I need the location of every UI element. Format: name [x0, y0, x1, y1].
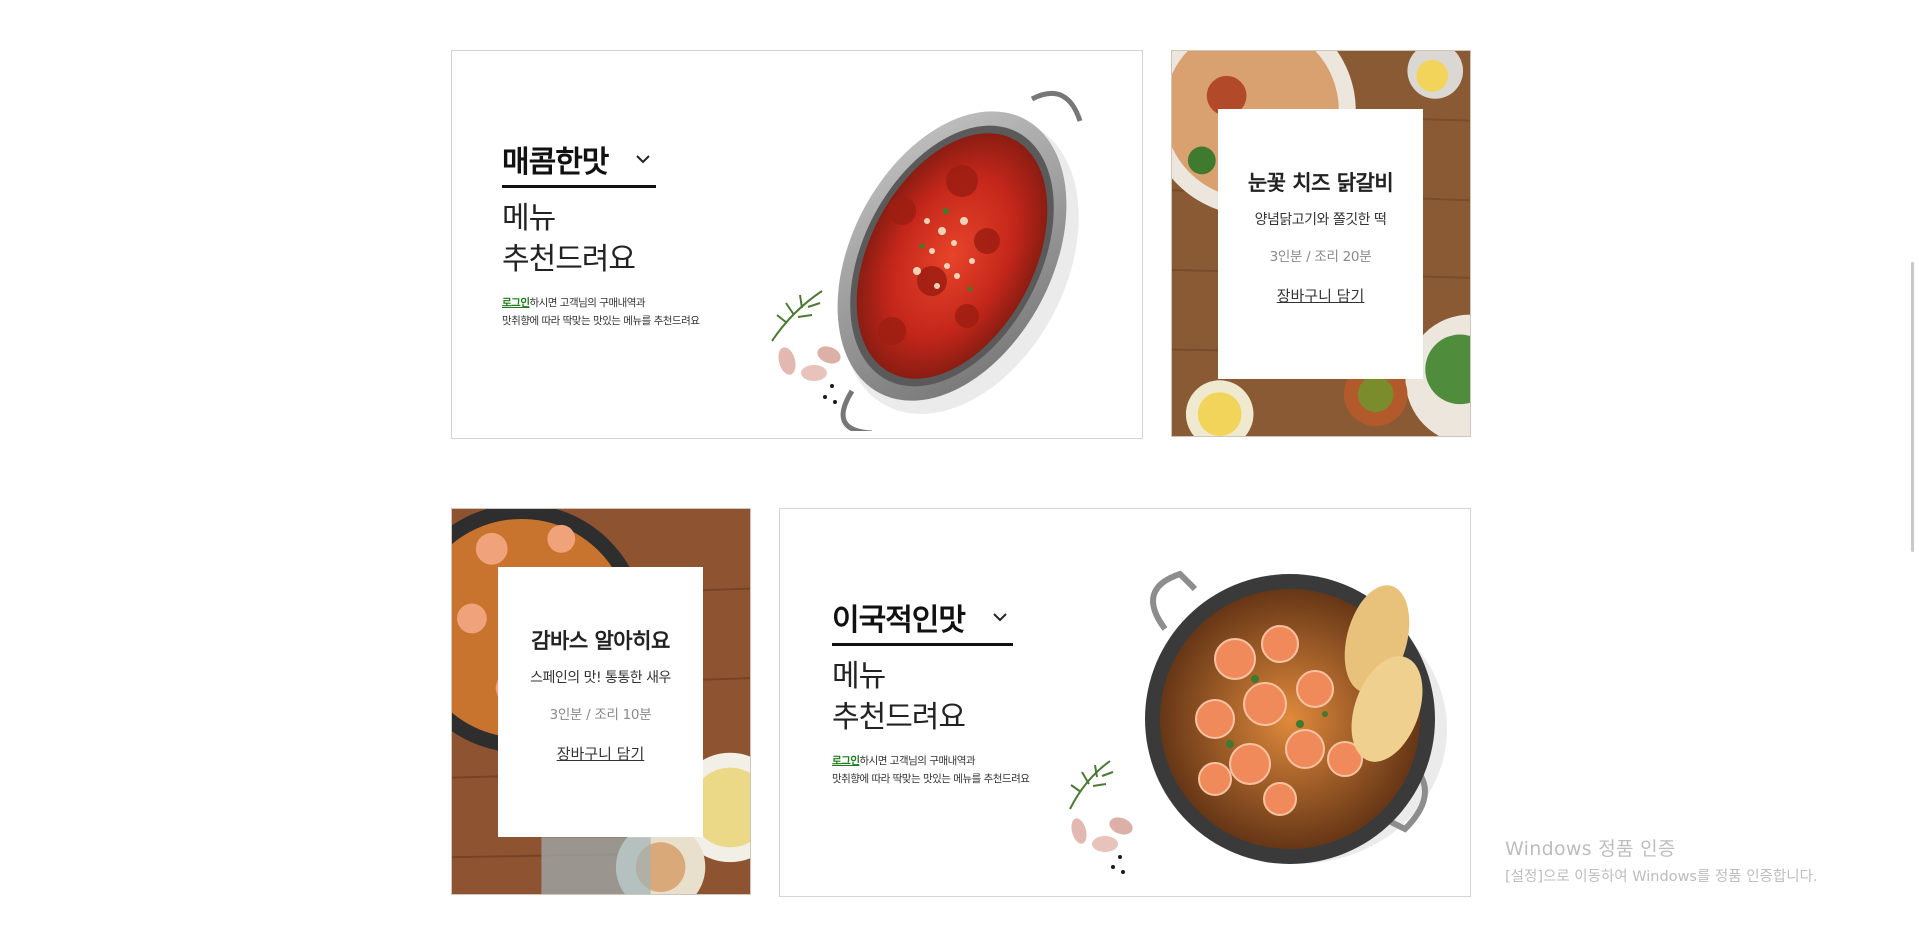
- banner-headline: 메뉴 추천드려요: [502, 198, 699, 280]
- login-link[interactable]: 로그인: [502, 297, 530, 309]
- taste-dropdown[interactable]: 이국적인맛: [832, 595, 1013, 646]
- page: 매콤한맛 메뉴 추천드려요 로그인하시면 고객님의 구매내역과 맛취향에 따라 …: [0, 0, 1919, 927]
- taste-recommend-banner-spicy: 매콤한맛 메뉴 추천드려요 로그인하시면 고객님의 구매내역과 맛취향에 따라 …: [451, 50, 1143, 439]
- watermark-title: Windows 정품 인증: [1505, 838, 1676, 860]
- add-to-cart-link[interactable]: 장바구니 담기: [1277, 285, 1365, 306]
- banner-description: 로그인하시면 고객님의 구매내역과 맛취향에 따라 딱맞는 맛있는 메뉴를 추천…: [502, 294, 700, 330]
- desc-line-1: 하시면 고객님의 구매내역과: [859, 755, 976, 767]
- garlic-clove: [1071, 817, 1133, 852]
- recipe-title: 감바스 알아히요: [531, 629, 670, 653]
- login-link[interactable]: 로그인: [832, 755, 860, 767]
- recipe-info-box: 눈꽃 치즈 닭갈비 양념닭고기와 쫄깃한 떡 3인분 / 조리 20분 장바구니…: [1218, 109, 1423, 379]
- headline-line-2: 추천드려요: [502, 242, 636, 277]
- recipe-subtitle: 양념닭고기와 쫄깃한 떡: [1254, 212, 1387, 228]
- windows-activation-watermark: Windows 정품 인증 [설정]으로 이동하여 Windows를 정품 인증…: [1505, 834, 1818, 886]
- dish-image-spicy-chicken: [732, 61, 1132, 436]
- desc-line-2: 맛취향에 따라 딱맞는 맛있는 메뉴를 추천드려요: [832, 773, 1030, 785]
- banner-description: 로그인하시면 고객님의 구매내역과 맛취향에 따라 딱맞는 맛있는 메뉴를 추천…: [832, 752, 1030, 788]
- rosemary-garnish: [771, 290, 823, 342]
- add-to-cart-link[interactable]: 장바구니 담기: [557, 743, 645, 764]
- recipe-title: 눈꽃 치즈 닭갈비: [1247, 171, 1394, 195]
- taste-recommend-banner-exotic: 이국적인맛 메뉴 추천드려요 로그인하시면 고객님의 구매내역과 맛취향에 따라…: [779, 508, 1471, 897]
- taste-label: 매콤한맛: [502, 145, 609, 180]
- recipe-subtitle: 스페인의 맛! 통통한 새우: [530, 670, 671, 686]
- headline-line-2: 추천드려요: [832, 700, 966, 735]
- recipe-meta: 3인분 / 조리 20분: [1269, 249, 1372, 265]
- headline-line-1: 메뉴: [832, 659, 886, 694]
- desc-line-2: 맛취향에 따라 딱맞는 맛있는 메뉴를 추천드려요: [502, 315, 700, 327]
- chevron-down-icon: [993, 613, 1007, 622]
- page-scrollbar[interactable]: [1911, 262, 1914, 552]
- desc-line-1: 하시면 고객님의 구매내역과: [529, 297, 646, 309]
- chevron-down-icon: [636, 155, 651, 164]
- recipe-info-box: 감바스 알아히요 스페인의 맛! 통통한 새우 3인분 / 조리 10분 장바구…: [498, 567, 703, 837]
- headline-line-1: 메뉴: [502, 201, 556, 236]
- watermark-subtitle: [설정]으로 이동하여 Windows를 정품 인증합니다.: [1505, 869, 1818, 885]
- banner-copy: 매콤한맛 메뉴 추천드려요 로그인하시면 고객님의 구매내역과 맛취향에 따라 …: [502, 137, 700, 330]
- banner-headline: 메뉴 추천드려요: [832, 656, 1029, 738]
- recipe-meta: 3인분 / 조리 10분: [549, 707, 652, 723]
- banner-copy: 이국적인맛 메뉴 추천드려요 로그인하시면 고객님의 구매내역과 맛취향에 따라…: [832, 595, 1030, 788]
- recipe-card-cheese-dakgalbi[interactable]: 눈꽃 치즈 닭갈비 양념닭고기와 쫄깃한 떡 3인분 / 조리 20분 장바구니…: [1171, 50, 1471, 437]
- rosemary-garnish: [1069, 760, 1114, 810]
- taste-label: 이국적인맛: [832, 603, 966, 638]
- garlic-clove: [778, 346, 841, 381]
- recipe-card-gambas[interactable]: 감바스 알아히요 스페인의 맛! 통통한 새우 3인분 / 조리 10분 장바구…: [451, 508, 751, 895]
- dish-image-garlic-shrimp: [1065, 529, 1465, 889]
- taste-dropdown[interactable]: 매콤한맛: [502, 137, 657, 188]
